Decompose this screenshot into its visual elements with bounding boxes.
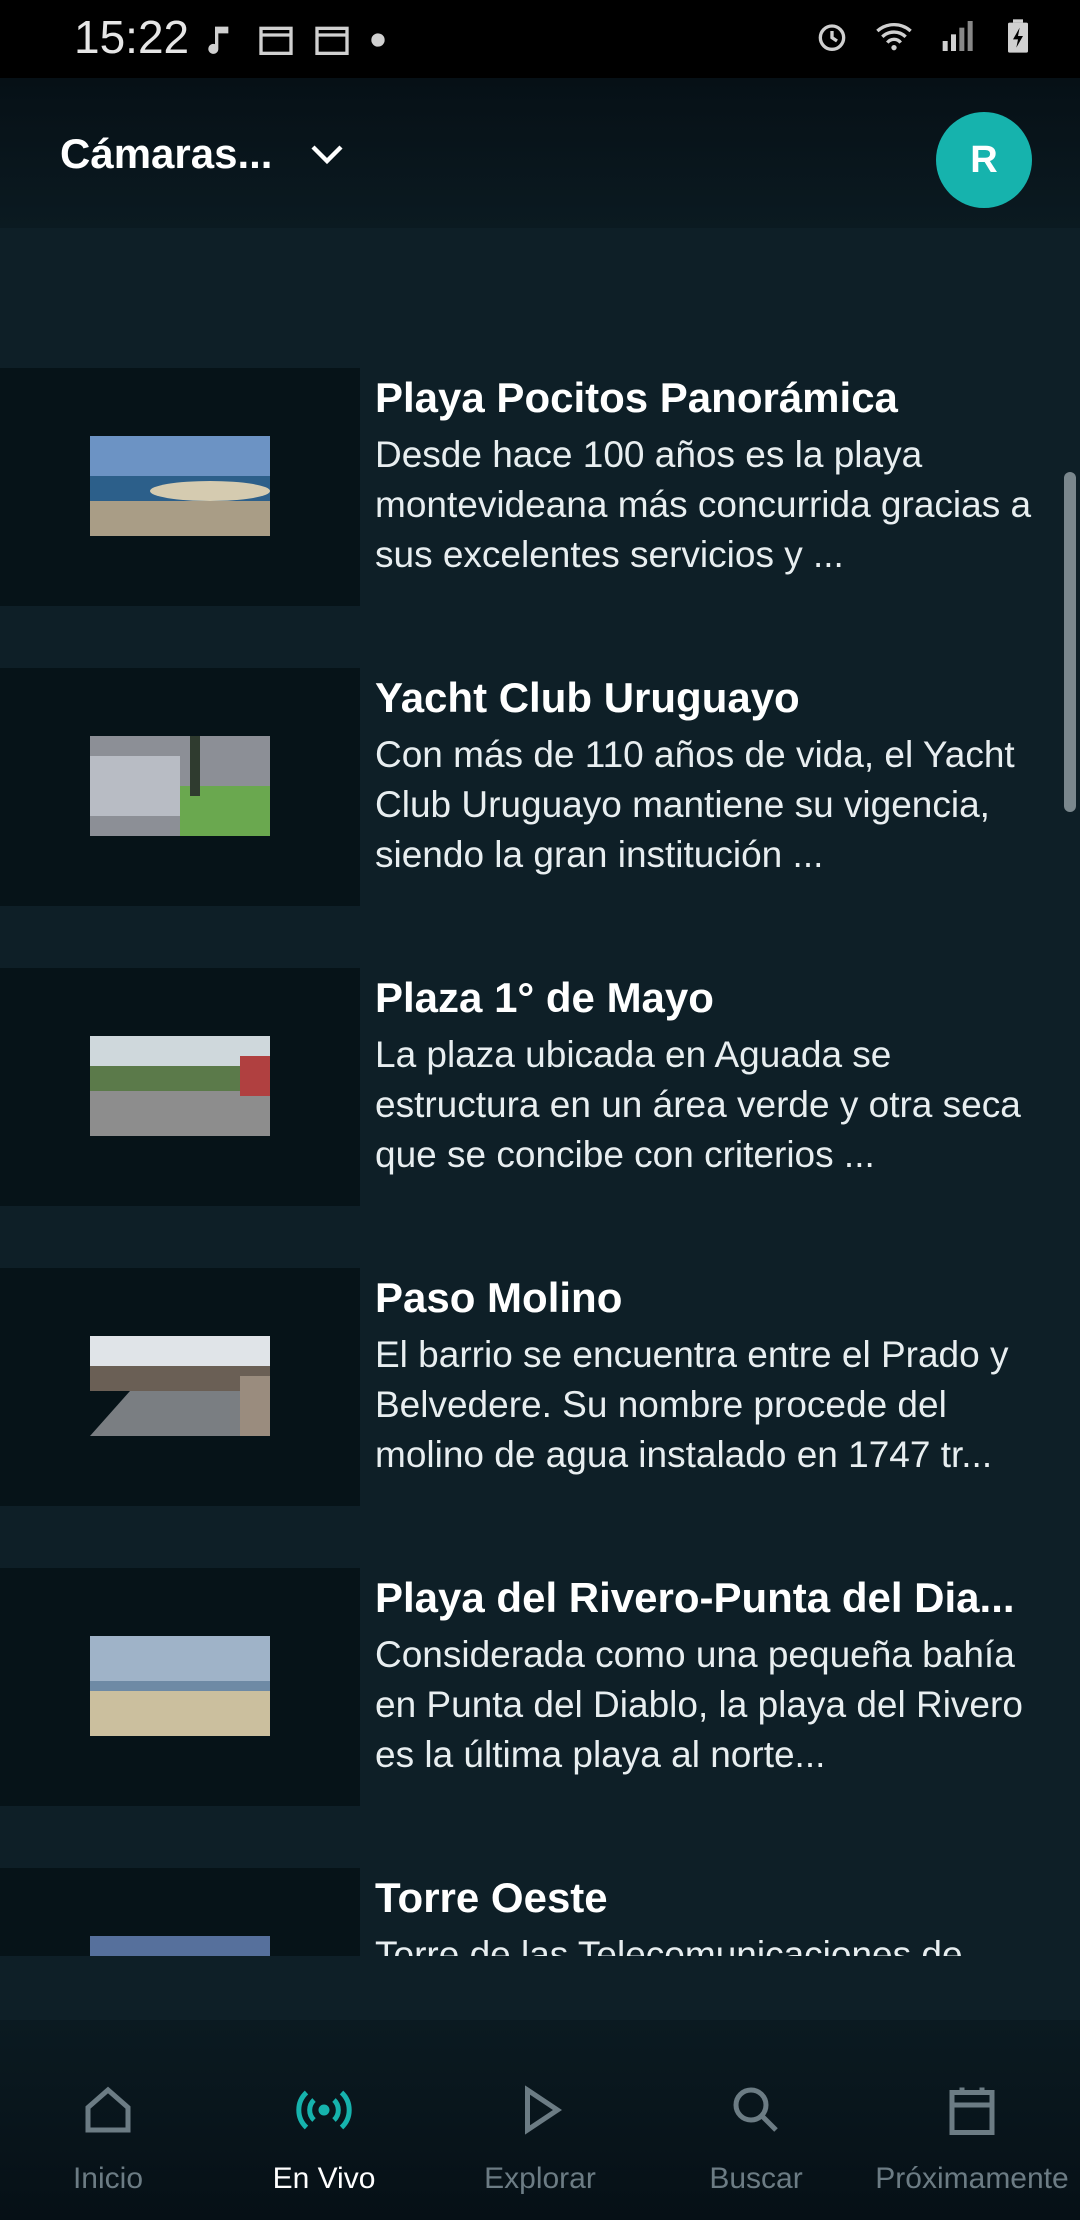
camera-title: Plaza 1° de Mayo [375,974,714,1021]
status-right-icons [812,16,1038,56]
camera-description: Torre de las Telecomunicaciones de [375,1934,963,1956]
camera-description: Considerada como una pequeña bahía en Pu… [375,1634,1023,1775]
camera-description: El barrio se encuentra entre el Prado y … [375,1334,1009,1475]
list-item[interactable]: Playa del Rivero-Punta del Dia... Consid… [0,1568,1080,1806]
avatar-initial: R [970,138,998,181]
app-header: Cámaras... [0,78,1080,228]
signal-icon [942,21,973,51]
nav-item-en-vivo[interactable]: En Vivo [216,2080,432,2196]
thumbnail-frame [0,668,360,906]
list-item[interactable]: Playa Pocitos Panorámica Desde hace 100 … [0,368,1080,606]
scrollbar[interactable] [1064,472,1076,812]
play-icon [525,2085,563,2135]
camera-title: Playa del Rivero-Punta del Dia... [375,1574,1015,1621]
camera-list[interactable]: Playa Pocitos Panorámica Desde hace 100 … [0,368,1080,1956]
status-left-icons [200,20,388,60]
list-item[interactable]: Yacht Club Uruguayo Con más de 110 años … [0,668,1080,906]
home-icon [85,2086,131,2133]
camera-thumbnail [90,1936,270,1956]
category-dropdown[interactable]: Cámaras... [60,130,348,178]
calendar-icon [259,26,293,55]
battery-charging-icon [1008,19,1028,53]
camera-thumbnail [90,1636,270,1736]
nav-label: En Vivo [272,2162,376,2195]
nav-item-proximamente[interactable]: Próximamente [864,2080,1080,2196]
nav-label: Explorar [484,2162,596,2195]
alarm-icon [818,24,846,52]
nav-label: Próximamente [875,2162,1069,2195]
camera-description: Con más de 110 años de vida, el Yacht Cl… [375,734,1015,875]
dot-icon [371,33,385,47]
calendar-icon [949,2087,995,2135]
search-icon [733,2087,778,2132]
camera-thumbnail [90,1336,270,1436]
status-time: 15:22 [74,11,190,63]
thumbnail-frame [0,1268,360,1506]
chevron-down-icon [311,145,344,165]
thumbnail-frame [0,1868,360,1956]
camera-thumbnail [90,436,270,536]
camera-thumbnail [90,736,270,836]
music-note-icon [208,26,229,54]
thumbnail-frame [0,368,360,606]
nav-label: Inicio [72,2162,144,2195]
nav-item-explorar[interactable]: Explorar [432,2080,648,2196]
thumbnail-frame [0,1568,360,1806]
bottom-navigation: Inicio En Vivo Explorar Buscar Próximame… [0,2020,1080,2220]
status-bar: 15:22 [0,0,1080,78]
camera-title: Playa Pocitos Panorámica [375,374,898,421]
camera-title: Paso Molino [375,1274,623,1321]
camera-title: Torre Oeste [375,1874,608,1921]
nav-item-buscar[interactable]: Buscar [648,2080,864,2196]
nav-label: Buscar [709,2162,803,2195]
thumbnail-frame [0,968,360,1206]
nav-item-inicio[interactable]: Inicio [0,2080,216,2196]
page-title: Cámaras... [60,130,273,177]
camera-thumbnail [90,1036,270,1136]
camera-description: Desde hace 100 años es la playa montevid… [375,434,1032,575]
avatar[interactable]: R [936,112,1032,208]
camera-title: Yacht Club Uruguayo [375,674,800,721]
wifi-icon [876,23,912,51]
list-item[interactable]: Plaza 1° de Mayo La plaza ubicada en Agu… [0,968,1080,1206]
calendar-icon [315,26,349,55]
camera-description: La plaza ubicada en Aguada se estructura… [375,1034,1021,1175]
list-item[interactable]: Paso Molino El barrio se encuentra entre… [0,1268,1080,1506]
live-broadcast-icon [296,2090,352,2130]
list-item[interactable]: Torre Oeste Torre de las Telecomunicacio… [0,1868,1080,1956]
